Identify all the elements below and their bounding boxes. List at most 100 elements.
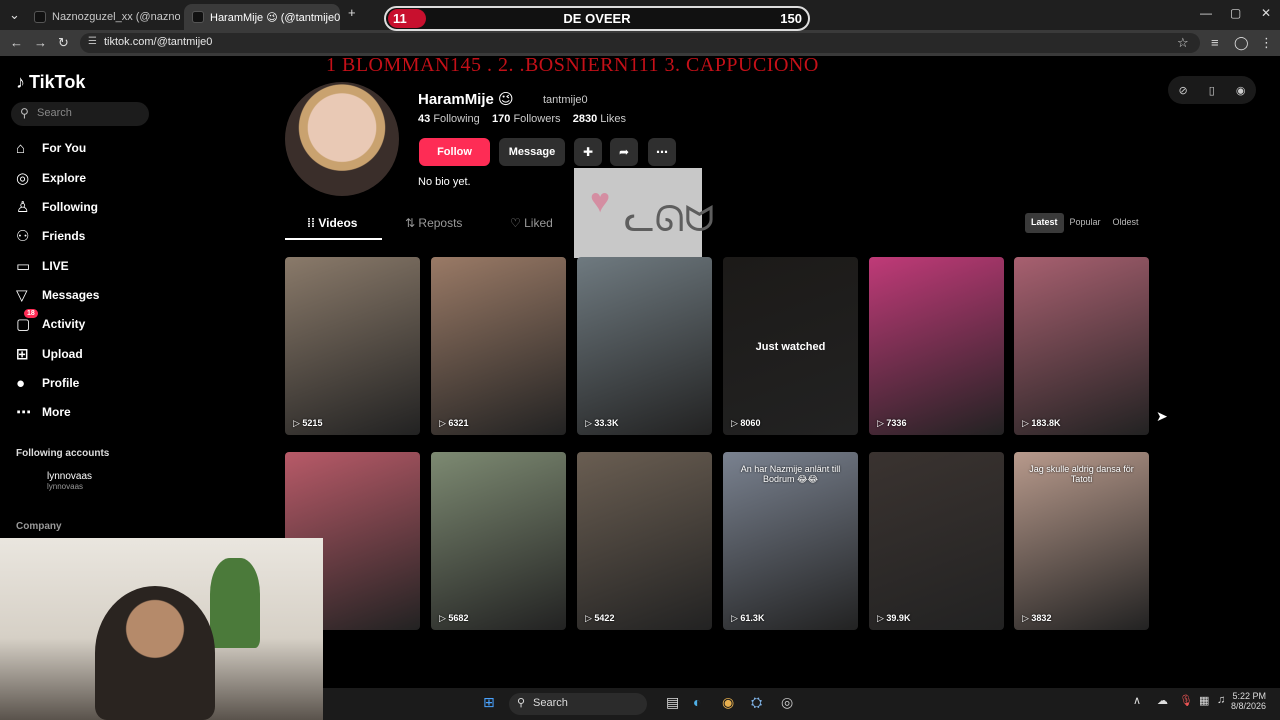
- view-count-value: 33.3K: [594, 418, 619, 428]
- view-count: ▷ 5422: [585, 613, 614, 624]
- view-count-value: 7336: [886, 418, 907, 428]
- view-count-value: 3832: [1031, 613, 1052, 623]
- share-icon[interactable]: ➦: [610, 138, 638, 166]
- company-section[interactable]: Company: [16, 521, 62, 532]
- video-thumbnail[interactable]: Jag skulle aldrig dansa för Tatoti ▷ 3832: [1014, 452, 1149, 630]
- view-count-value: 5682: [448, 613, 469, 623]
- taskbar-search[interactable]: ⚲ Search: [509, 693, 647, 715]
- nav-label: Messages: [42, 288, 100, 302]
- video-thumbnail[interactable]: Just watched ▷ 8060: [723, 257, 858, 435]
- follow-button[interactable]: Follow: [419, 138, 490, 166]
- message-button[interactable]: Message: [499, 138, 565, 166]
- video-thumbnail[interactable]: ▷ 5422: [577, 452, 712, 630]
- view-count-value: 6321: [448, 418, 469, 428]
- nav-activity[interactable]: ▢ 18 Activity: [16, 309, 85, 335]
- network-icon[interactable]: ☁: [1157, 694, 1168, 707]
- video-thumbnail[interactable]: ▷ 183.8K: [1014, 257, 1149, 435]
- profile-icon[interactable]: ◯: [1234, 35, 1249, 51]
- view-count: ▷ 5215: [293, 418, 322, 429]
- ranking-overlay: 1 BLOMMAN145 . 2. .BOSNIERN111 3. CAPPUC…: [326, 54, 819, 76]
- nav-explore[interactable]: ◎ Explore: [16, 167, 86, 189]
- extensions-icon[interactable]: ≡: [1211, 35, 1219, 50]
- edge-icon[interactable]: ◐: [693, 694, 701, 710]
- score-right: 150: [780, 11, 802, 26]
- add-friend-icon[interactable]: ✚: [574, 138, 602, 166]
- video-thumbnail[interactable]: ▷ 39.9K: [869, 452, 1004, 630]
- windows-taskbar: ⊞ ⚲ Search ▤ ◐ ◉ ⛭ ◎ ∧ ☁ 🎙 ▦ ♫ 5:22 PM 8…: [323, 688, 1280, 720]
- video-thumbnail[interactable]: An har Nazmije anlänt till Bodrum 😂😂 ▷ 61…: [723, 452, 858, 630]
- bookmark-star-icon[interactable]: ☆: [1177, 35, 1189, 51]
- tiktok-logo[interactable]: ♪ TikTok: [16, 72, 85, 93]
- minimize-button[interactable]: —: [1200, 6, 1212, 20]
- reload-icon[interactable]: ↻: [58, 35, 69, 51]
- nav-label: LIVE: [42, 259, 69, 273]
- url-field[interactable]: ☰ tiktok.com/@tantmije0: [80, 33, 1200, 53]
- friends-icon: ⚇: [16, 228, 30, 245]
- device-icon[interactable]: ▯: [1209, 84, 1215, 97]
- system-clock[interactable]: 5:22 PM 8/8/2026: [1231, 691, 1266, 711]
- menu-kebab-icon[interactable]: ⋮: [1260, 35, 1273, 51]
- plus-square-icon: ⊞: [16, 346, 29, 363]
- tab-reposts[interactable]: ⇅ Reposts: [405, 216, 462, 230]
- nav-upload[interactable]: ⊞ Upload: [16, 343, 83, 365]
- following-account[interactable]: lynnovaas lynnovaas: [47, 471, 92, 491]
- nav-friends[interactable]: ⚇ Friends: [16, 225, 85, 247]
- sort-popular[interactable]: Popular: [1064, 213, 1107, 233]
- clock-date: 8/8/2026: [1230, 701, 1266, 711]
- nav-for-you[interactable]: ⌂ For You: [16, 137, 86, 159]
- site-info-icon[interactable]: ☰: [88, 36, 97, 47]
- following-label[interactable]: Following: [433, 113, 479, 125]
- nav-more[interactable]: ⋯ More: [16, 401, 71, 423]
- video-thumbnail[interactable]: ▷ 5682: [431, 452, 566, 630]
- streamer-shape: [95, 586, 215, 720]
- followers-label[interactable]: Followers: [513, 113, 560, 125]
- tray-chevron-icon[interactable]: ∧: [1133, 694, 1141, 707]
- app-icon[interactable]: ◎: [781, 694, 793, 711]
- forward-arrow-icon[interactable]: →: [34, 35, 47, 50]
- volume-icon[interactable]: ♫: [1217, 694, 1225, 706]
- view-count: ▷ 39.9K: [877, 613, 910, 624]
- browser-tab-2[interactable]: HaramMije 😉 (@tantmije0) | T ✕: [184, 4, 340, 30]
- wifi-icon[interactable]: ▦: [1199, 694, 1209, 707]
- nav-label: Friends: [42, 229, 86, 243]
- video-thumbnail[interactable]: ▷ 5215: [285, 257, 420, 435]
- user-avatar-icon[interactable]: ◉: [1236, 84, 1246, 97]
- nav-live[interactable]: ▭ LIVE: [16, 255, 69, 277]
- sort-oldest[interactable]: Oldest: [1107, 213, 1145, 233]
- sort-toggle: Latest Popular Oldest: [1025, 213, 1145, 233]
- nav-messages[interactable]: ▽ Messages: [16, 284, 99, 306]
- avatar-icon: ●: [16, 374, 26, 392]
- browser-tab-1[interactable]: Naznozguzel_xx (@naznoz... ✕: [26, 4, 180, 30]
- video-thumbnail[interactable]: ▷ 6321: [431, 257, 566, 435]
- video-thumbnail[interactable]: ▷ 33.3K: [577, 257, 712, 435]
- tab-videos[interactable]: ⁞⁞ Videos: [307, 216, 357, 230]
- following-accounts-title: Following accounts: [16, 448, 110, 459]
- home-icon: ⌂: [16, 139, 26, 157]
- nav-following[interactable]: ♙ Following: [16, 196, 98, 218]
- profile-avatar: [285, 82, 399, 196]
- view-count-value: 8060: [740, 418, 761, 428]
- play-icon: ▷: [585, 613, 595, 623]
- back-arrow-icon[interactable]: ←: [10, 35, 23, 50]
- sort-latest[interactable]: Latest: [1025, 213, 1064, 233]
- nav-profile[interactable]: ● Profile: [16, 372, 79, 394]
- coins-icon[interactable]: ⊘: [1179, 84, 1188, 97]
- profile-stats: 43 Following 170 Followers 2830 Likes: [418, 113, 626, 125]
- steam-icon[interactable]: ⛭: [751, 694, 762, 711]
- view-count-value: 183.8K: [1031, 418, 1061, 428]
- search-input[interactable]: ⚲ Search: [11, 102, 149, 126]
- mic-icon[interactable]: 🎙: [1179, 694, 1193, 707]
- chrome-icon[interactable]: ◉: [722, 694, 734, 711]
- tab-liked[interactable]: ♡ Liked: [510, 216, 553, 230]
- taskbar-search-label: Search: [533, 697, 568, 709]
- video-thumbnail[interactable]: ▷ 7336: [869, 257, 1004, 435]
- more-options-icon[interactable]: ⋯: [648, 138, 676, 166]
- tab-label: Naznozguzel_xx (@naznoz...: [52, 11, 180, 23]
- tab-search-icon[interactable]: ⌄: [9, 7, 20, 23]
- more-icon: ⋯: [16, 404, 31, 421]
- maximize-button[interactable]: ▢: [1230, 6, 1241, 20]
- new-tab-button[interactable]: +: [348, 5, 356, 20]
- file-explorer-icon[interactable]: ▤: [666, 694, 679, 711]
- windows-start-icon[interactable]: ⊞: [483, 694, 495, 711]
- close-window-button[interactable]: ✕: [1261, 6, 1271, 20]
